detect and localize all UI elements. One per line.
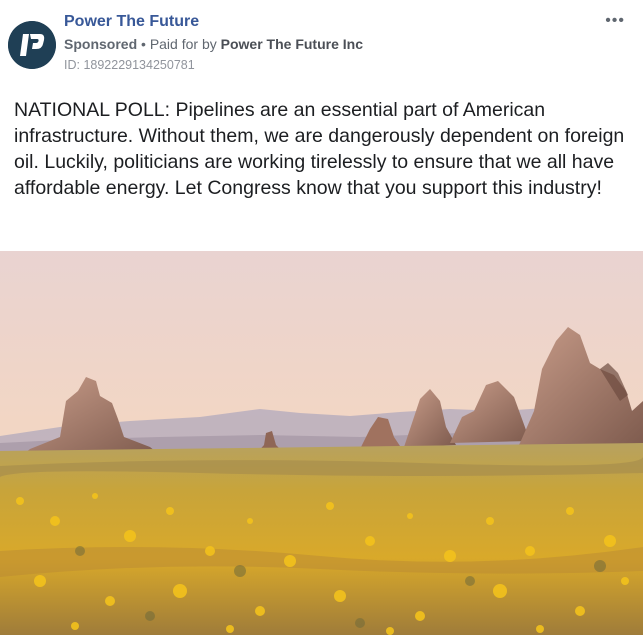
page-avatar[interactable] [8, 21, 56, 69]
post-text: NATIONAL POLL: Pipelines are an essentia… [14, 99, 625, 199]
payer-name: Power The Future Inc [220, 36, 363, 52]
separator-dot: • [141, 36, 146, 52]
ad-id: ID: 1892229134250781 [64, 58, 195, 72]
power-the-future-logo-icon [8, 21, 56, 69]
page-name-link[interactable]: Power The Future [64, 13, 199, 31]
sponsorship-line: Sponsored • Paid for by Power The Future… [64, 36, 363, 52]
ellipsis-icon[interactable]: ••• [605, 12, 625, 30]
post-header: Power The Future Sponsored • Paid for by… [0, 0, 643, 90]
paid-for-label: Paid for by [149, 36, 217, 52]
sponsored-label[interactable]: Sponsored [64, 36, 137, 52]
landscape-image [0, 251, 643, 635]
post-image[interactable] [0, 251, 643, 635]
